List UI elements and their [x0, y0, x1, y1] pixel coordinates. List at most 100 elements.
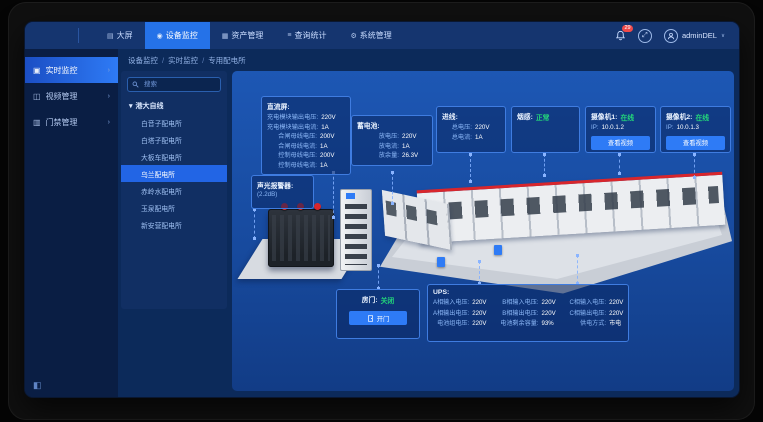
- nav-divider: [78, 28, 79, 43]
- battery-panel: 蓄电池: 放电压:220V 放电流:1A 放余量:26.3V: [351, 115, 433, 166]
- field-label: C相输出电压:: [570, 309, 607, 319]
- panel-title: 进线:: [442, 111, 500, 121]
- tree-item[interactable]: 白音子配电所: [121, 114, 227, 131]
- ip-label: IP:: [666, 123, 674, 133]
- field-value: 220V: [542, 309, 564, 319]
- camera1-status: 在线: [620, 112, 634, 122]
- nav-item-query-stats[interactable]: ≡ 查询统计: [275, 22, 338, 49]
- tree-item[interactable]: 新安营配电所: [121, 216, 227, 233]
- field-label: 充电模块输出电流:: [267, 123, 318, 133]
- field-value: 220V: [475, 123, 500, 133]
- open-door-label: 开门: [377, 314, 390, 323]
- dashboard-icon: ▤: [107, 32, 114, 40]
- room-floor: [380, 174, 732, 296]
- field-label: 合闸母线电压:: [267, 132, 317, 142]
- breadcrumb-item[interactable]: 设备监控: [128, 55, 158, 66]
- fullscreen-button[interactable]: ⤢: [638, 29, 652, 43]
- nav-label: 查询统计: [294, 30, 326, 41]
- incoming-line-panel: 进线: 总电压:220V 总电流:1A: [436, 106, 506, 153]
- sidebar-item-video-management[interactable]: ◫ 视频管理 ›: [25, 83, 118, 109]
- nav-items: ▤ 大屏 ◉ 设备监控 ▦ 资产管理 ≡ 查询统计 ⚙ 系统管理: [95, 22, 404, 49]
- nav-label: 设备监控: [166, 30, 198, 41]
- field-value: 220V: [609, 309, 631, 319]
- field-value: 200V: [320, 151, 345, 161]
- monitor-icon: ◉: [157, 32, 163, 40]
- chevron-right-icon: ›: [108, 119, 110, 126]
- alarm-value: (2.2dB): [257, 191, 308, 198]
- room-floor-surface: [392, 183, 722, 283]
- user-menu[interactable]: adminDEL ∨: [664, 29, 725, 43]
- camera1-ip: 10.0.1.2: [602, 123, 624, 133]
- breadcrumb-separator: /: [202, 56, 204, 65]
- panel-title: 摄像机1:: [591, 111, 617, 121]
- assets-icon: ▦: [222, 32, 229, 40]
- tree-item[interactable]: 白塔子配电所: [121, 131, 227, 148]
- connector-line: [254, 209, 255, 239]
- sidebar-item-label: 实时监控: [46, 65, 78, 76]
- panel-title: UPS:: [433, 289, 623, 296]
- sound-light-alarm-panel: 声光报警器: (2.2dB): [251, 175, 314, 209]
- field-label: 供电方式:: [570, 319, 607, 329]
- field-label: 放电压:: [357, 132, 399, 142]
- connector-line: [694, 154, 695, 178]
- field-label: 电池剩余容量:: [500, 319, 538, 329]
- panel-title: 烟感:: [517, 111, 533, 121]
- sidebar-item-access-control[interactable]: ▥ 门禁管理 ›: [25, 109, 118, 135]
- view-video-button[interactable]: 查看视频: [666, 136, 725, 150]
- notifications-button[interactable]: 29: [615, 30, 626, 41]
- tree-item[interactable]: 大板车配电所: [121, 148, 227, 165]
- field-label: 放余量:: [357, 151, 399, 161]
- tree-group-label: 港大自线: [136, 101, 164, 111]
- tree-item-selected[interactable]: 乌兰配电所: [121, 165, 227, 182]
- field-label: B相输出电压:: [500, 309, 538, 319]
- transformer-platform: [238, 239, 367, 279]
- panel-title: 声光报警器:: [257, 180, 308, 190]
- nav-item-device-monitor[interactable]: ◉ 设备监控: [145, 22, 210, 49]
- tree-group-line[interactable]: ▾ 港大自线: [121, 99, 227, 114]
- field-value: 1A: [475, 133, 500, 143]
- field-value: 200V: [320, 132, 345, 142]
- connector-line: [378, 265, 379, 289]
- field-value: 220V: [472, 298, 494, 308]
- search-box: [127, 77, 221, 92]
- sidebar: ▣ 实时监控 › ◫ 视频管理 › ▥ 门禁管理 › ◧: [25, 49, 118, 397]
- field-value: 1A: [320, 142, 345, 152]
- nav-label: 系统管理: [360, 30, 392, 41]
- tree-item[interactable]: 赤岭水配电所: [121, 182, 227, 199]
- avatar: [664, 29, 678, 43]
- field-value: 1A: [321, 123, 345, 133]
- breadcrumb-item[interactable]: 实时监控: [168, 55, 198, 66]
- field-value: 220V: [321, 113, 345, 123]
- breadcrumb-separator: /: [162, 56, 164, 65]
- panel-title: 蓄电池:: [357, 120, 427, 130]
- search-input[interactable]: [142, 80, 216, 89]
- switchgear-row: [417, 172, 726, 244]
- sidebar-item-realtime-monitor[interactable]: ▣ 实时监控 ›: [25, 57, 118, 83]
- nav-item-dashboard[interactable]: ▤ 大屏: [95, 22, 145, 49]
- bushing-red: [314, 203, 321, 210]
- smoke-status: 正常: [536, 112, 550, 122]
- notification-badge: 29: [622, 25, 633, 32]
- field-label: 总电压:: [442, 123, 472, 133]
- view-video-button[interactable]: 查看视频: [591, 136, 650, 150]
- sidebar-item-label: 门禁管理: [46, 117, 78, 128]
- field-value: 220V: [609, 298, 631, 308]
- realtime-monitor-icon: ▣: [33, 66, 41, 75]
- iot-device: [494, 245, 502, 255]
- field-label: 放电流:: [357, 142, 399, 152]
- camera2-panel: 摄像机2: 在线 IP: 10.0.1.3 查看视频: [660, 106, 731, 153]
- breadcrumb-item[interactable]: 专用配电所: [208, 55, 246, 66]
- video-icon: ◫: [33, 92, 41, 101]
- nav-item-system[interactable]: ⚙ 系统管理: [338, 22, 403, 49]
- tree-item[interactable]: 玉泉配电所: [121, 199, 227, 216]
- door-panel: 房门: 关闭 开门: [336, 289, 420, 339]
- ip-label: IP:: [591, 123, 599, 133]
- nav-item-assets[interactable]: ▦ 资产管理: [210, 22, 276, 49]
- chevron-right-icon: ›: [108, 67, 110, 74]
- room-3d-panel: 直流屏: 充电模块输出电压:220V 充电模块输出电流:1A 合闸母线电压:20…: [232, 71, 734, 391]
- field-value: 220V: [402, 132, 427, 142]
- open-door-button[interactable]: 开门: [349, 311, 407, 325]
- station-tree-panel: ▾ 港大自线 白音子配电所 白塔子配电所 大板车配电所 乌兰配电所 赤岭水配电所…: [121, 71, 227, 309]
- search-icon: [132, 81, 139, 88]
- sidebar-collapse-icon[interactable]: ◧: [33, 380, 42, 391]
